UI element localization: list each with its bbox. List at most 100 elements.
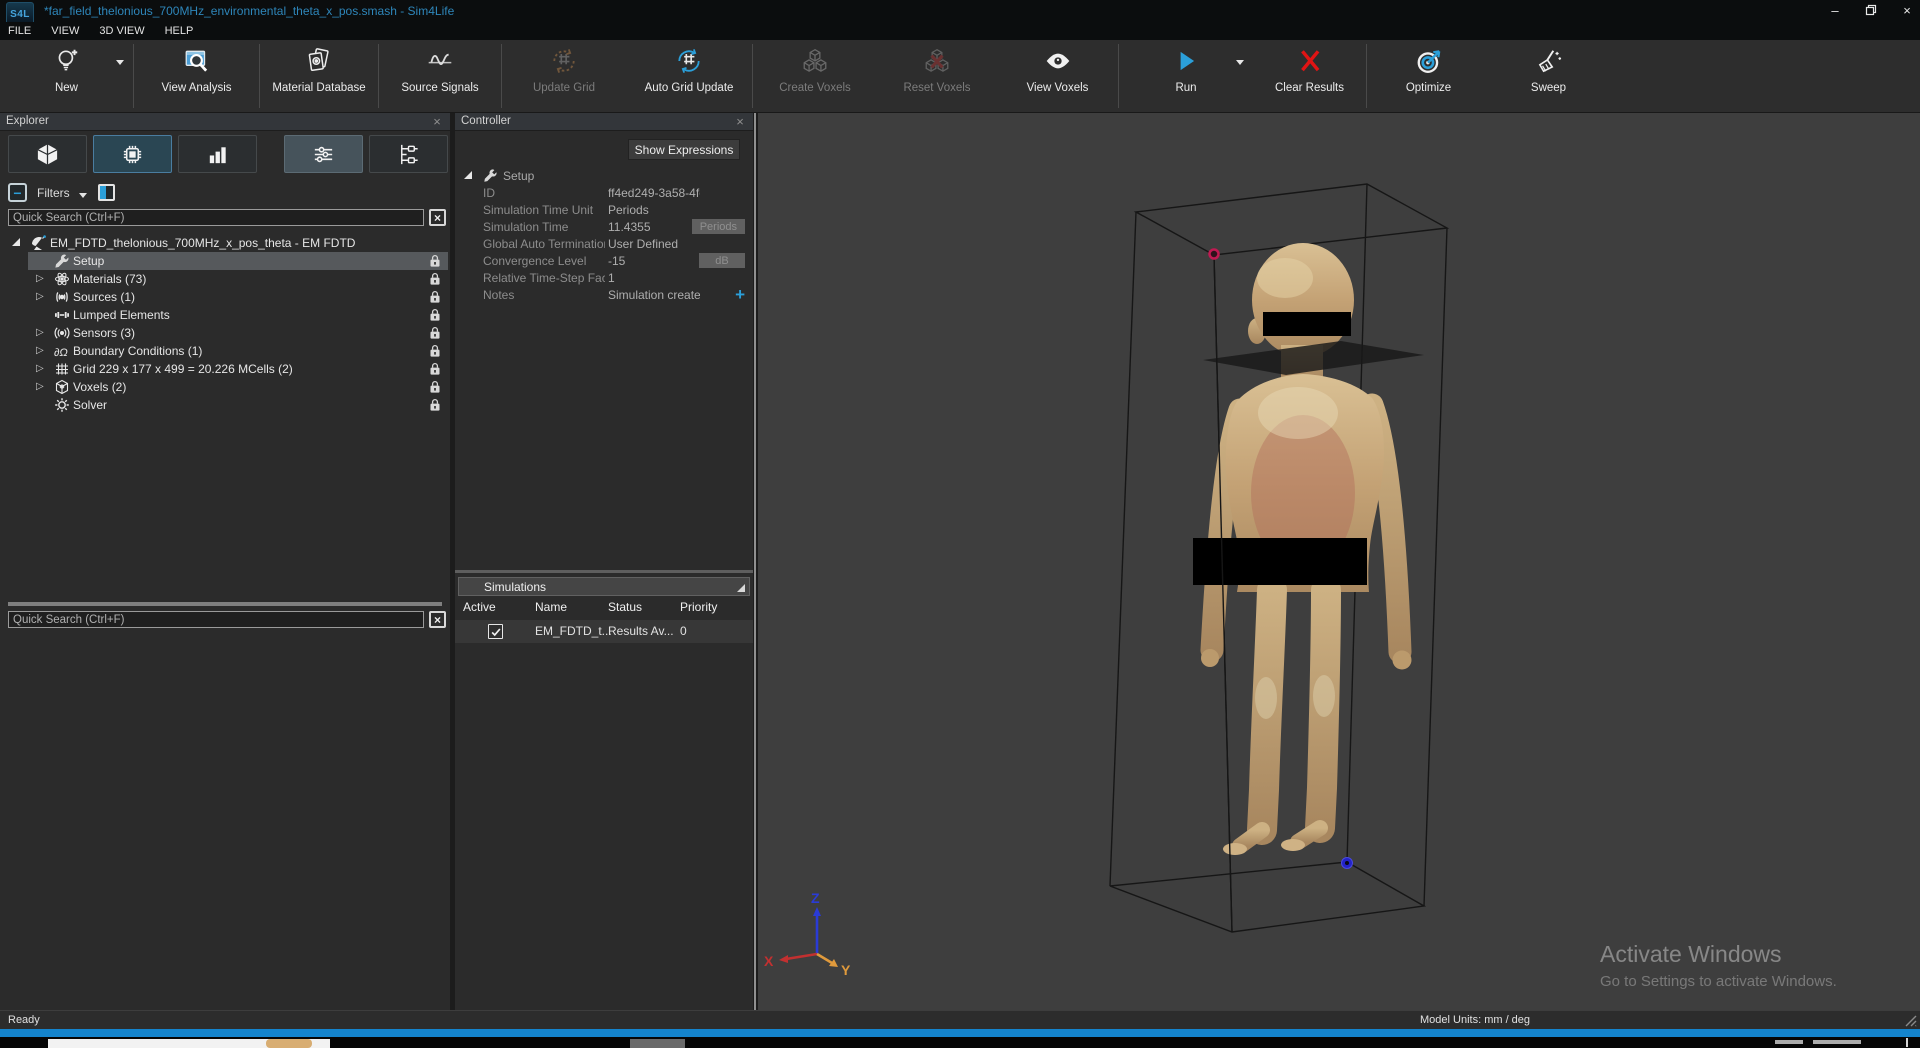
simulations-column-active[interactable]: Active [463, 600, 496, 614]
setup-expand-icon[interactable] [464, 171, 472, 179]
tree-item-sensors-3[interactable]: ▷Sensors (3) [0, 324, 450, 342]
tray-clock-fragment [1813, 1040, 1861, 1044]
activate-windows-subtitle: Go to Settings to activate Windows. [1600, 973, 1837, 990]
close-icon[interactable]: × [1900, 3, 1914, 17]
toolbar-label-create-voxels: Create Voxels [779, 82, 851, 94]
minimize-icon[interactable]: – [1828, 3, 1842, 17]
property-row-global-auto-termination[interactable]: Global Auto TerminationUser Defined [455, 235, 753, 252]
property-value[interactable]: 1 [608, 271, 700, 285]
property-row-relative-time-step-factor[interactable]: Relative Time-Step Factor1 [455, 269, 753, 286]
target-icon [1415, 47, 1443, 75]
controller-close-icon[interactable]: × [733, 114, 747, 129]
property-row-convergence-level[interactable]: Convergence Level-15dB [455, 252, 753, 269]
lock-icon [429, 362, 441, 376]
collapsed-arrow-icon[interactable]: ▷ [36, 292, 46, 302]
toolbar-button-new[interactable]: New [0, 40, 133, 112]
controller-header: Controller × [455, 113, 753, 131]
tree-item-materials-73[interactable]: ▷Materials (73) [0, 270, 450, 288]
tree-item-lumped-elements[interactable]: Lumped Elements [0, 306, 450, 324]
menu-3d-view[interactable]: 3D VIEW [89, 22, 154, 40]
tree-item-em-fdtd-thelonious-700mhz-x-pos-theta-em[interactable]: EM_FDTD_thelonious_700MHz_x_pos_theta - … [0, 234, 450, 252]
show-expressions-button[interactable]: Show Expressions [628, 139, 740, 160]
toolbar-button-source-signals[interactable]: Source Signals [379, 40, 501, 112]
collapse-all-button[interactable]: − [8, 183, 27, 202]
property-value[interactable]: Simulation created: 0... [608, 288, 700, 302]
tree-item-boundary-conditions-1[interactable]: ▷∂ΩBoundary Conditions (1) [0, 342, 450, 360]
explorer-close-icon[interactable]: × [430, 114, 444, 129]
filters-label[interactable]: Filters [37, 186, 70, 200]
simulations-splitter[interactable] [455, 570, 753, 573]
toolbar-button-clear-results[interactable]: Clear Results [1253, 40, 1366, 112]
collapsed-arrow-icon[interactable]: ▷ [36, 382, 46, 392]
simulations-column-name[interactable]: Name [535, 600, 567, 614]
resize-grip-icon[interactable] [1904, 1014, 1918, 1028]
window-thumbnail-fragment [48, 1039, 330, 1048]
property-row-simulation-time[interactable]: Simulation Time11.4355Periods [455, 218, 753, 235]
dropdown-caret-icon[interactable] [1236, 60, 1244, 65]
setup-property-group[interactable]: Setup [455, 167, 753, 184]
marker-blue-point[interactable] [1342, 858, 1353, 869]
property-label: Relative Time-Step Factor [483, 271, 605, 285]
collapsed-arrow-icon[interactable]: ▷ [36, 328, 46, 338]
tree-item-voxels-2[interactable]: ▷Voxels (2) [0, 378, 450, 396]
marker-red-point[interactable] [1210, 250, 1219, 259]
tree-item-setup[interactable]: Setup [0, 252, 450, 270]
filters-caret-icon[interactable] [79, 193, 87, 198]
split-view-icon[interactable] [98, 184, 115, 201]
menu-view[interactable]: VIEW [41, 22, 89, 40]
unit-badge: dB [699, 253, 745, 268]
simulations-section-header[interactable]: Simulations [458, 577, 750, 596]
simulations-column-priority[interactable]: Priority [680, 600, 717, 614]
window-title: *far_field_thelonious_700MHz_environment… [44, 4, 454, 18]
add-note-icon[interactable]: + [735, 285, 745, 305]
dropdown-caret-icon[interactable] [116, 60, 124, 65]
toolbar-button-sweep[interactable]: Sweep [1490, 40, 1607, 112]
toolbar-button-material-database[interactable]: Material Database [260, 40, 378, 112]
menu-help[interactable]: HELP [155, 22, 204, 40]
restore-icon[interactable] [1864, 3, 1878, 17]
collapsed-arrow-icon[interactable]: ▷ [36, 346, 46, 356]
property-row-id[interactable]: IDff4ed249-3a58-4fcc-b6a... [455, 184, 753, 201]
search-clear-icon-2[interactable]: × [429, 611, 446, 628]
property-value[interactable]: User Defined [608, 237, 700, 251]
property-value[interactable]: -15 [608, 254, 700, 268]
tree-item-solver[interactable]: Solver [0, 396, 450, 414]
collapsed-arrow-icon[interactable]: ▷ [36, 274, 46, 284]
toolbar-button-optimize[interactable]: Optimize [1367, 40, 1490, 112]
tree-item-grid-229-x-177-x-499-20-226-mcells-2[interactable]: ▷Grid 229 x 177 x 499 = 20.226 MCells (2… [0, 360, 450, 378]
toolbar-button-view-analysis[interactable]: View Analysis [134, 40, 259, 112]
explorer-tab-circuit-tree[interactable] [369, 135, 448, 173]
explorer-tab-model-cube[interactable] [8, 135, 87, 173]
axis-x-label: X [764, 953, 774, 969]
simulation-table-row[interactable]: EM_FDTD_t...Results Av...0 [455, 620, 753, 643]
search-clear-icon[interactable]: × [429, 209, 446, 226]
toolbar-label-update-grid: Update Grid [533, 82, 595, 94]
3d-viewport[interactable]: Z X Y Activate Windows Go to Settings to… [758, 113, 1920, 1010]
active-checkbox[interactable] [488, 624, 503, 639]
property-value[interactable]: Periods [608, 203, 700, 217]
property-row-simulation-time-unit[interactable]: Simulation Time UnitPeriods [455, 201, 753, 218]
quick-search-input-2[interactable] [8, 611, 424, 628]
tree-item-label: Lumped Elements [73, 308, 170, 322]
simulations-corner-icon [737, 584, 745, 592]
toolbar-label-view-voxels: View Voxels [1027, 82, 1089, 94]
property-label: ID [483, 186, 605, 200]
collapsed-arrow-icon[interactable]: ▷ [36, 364, 46, 374]
property-value[interactable]: ff4ed249-3a58-4fcc-b6a... [608, 186, 700, 200]
explorer-tab-simulation-chip[interactable] [93, 135, 172, 173]
toolbar-button-view-voxels[interactable]: View Voxels [997, 40, 1118, 112]
property-row-notes[interactable]: NotesSimulation created: 0...+ [455, 286, 753, 303]
toolbar-button-run[interactable]: Run [1119, 40, 1253, 112]
expanded-arrow-icon[interactable] [12, 238, 20, 246]
explorer-tab-settings-sliders[interactable] [284, 135, 363, 173]
tree-item-sources-1[interactable]: ▷Sources (1) [0, 288, 450, 306]
simulations-column-status[interactable]: Status [608, 600, 642, 614]
explorer-tab-analysis-bars[interactable] [178, 135, 257, 173]
quick-search-input[interactable] [8, 209, 424, 226]
explorer-splitter[interactable] [8, 602, 442, 606]
property-label: Simulation Time Unit [483, 203, 605, 217]
menu-file[interactable]: FILE [8, 22, 41, 40]
grid-refresh-orange-icon [550, 47, 578, 75]
toolbar-button-auto-grid-update[interactable]: Auto Grid Update [626, 40, 752, 112]
property-value[interactable]: 11.4355 [608, 220, 700, 234]
